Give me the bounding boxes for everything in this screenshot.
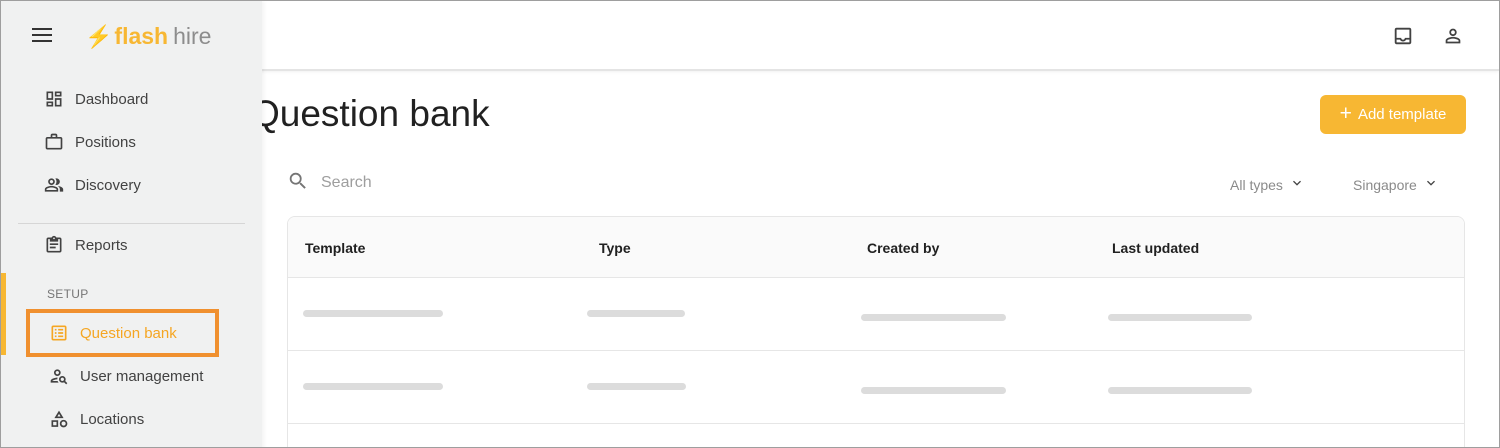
search-icon: [287, 170, 309, 197]
sidebar-item-discovery[interactable]: Discovery: [1, 167, 262, 203]
highlight-box: [26, 309, 219, 357]
sidebar-item-dashboard[interactable]: Dashboard: [1, 81, 262, 117]
location-filter-value: Singapore: [1353, 176, 1417, 193]
loading-placeholder: [861, 387, 1006, 394]
sidebar-item-label: Reports: [75, 236, 128, 254]
account-icon[interactable]: [1440, 23, 1466, 49]
clipboard-icon: [43, 234, 65, 256]
table-row[interactable]: [288, 351, 1464, 424]
table-row[interactable]: [288, 278, 1464, 351]
shapes-icon: [48, 408, 70, 430]
sidebar-item-reports[interactable]: Reports: [1, 227, 262, 263]
dashboard-icon: [43, 88, 65, 110]
briefcase-icon: [43, 131, 65, 153]
sidebar-item-label: Locations: [80, 410, 145, 428]
sidebar: ⚡ flash hire Dashboard Positions Discove…: [1, 1, 262, 447]
location-filter-dropdown[interactable]: Singapore: [1353, 175, 1439, 194]
chevron-down-icon: [1423, 175, 1439, 194]
section-label-setup: SETUP: [47, 287, 89, 301]
page-title: Question bank: [251, 93, 490, 134]
logo-flash-text: flash: [114, 23, 169, 49]
column-header-template[interactable]: Template: [305, 240, 365, 256]
column-header-type[interactable]: Type: [599, 240, 631, 256]
people-icon: [43, 174, 65, 196]
chevron-down-icon: [1289, 175, 1305, 194]
sidebar-item-label: Dashboard: [75, 90, 149, 108]
loading-placeholder: [861, 314, 1006, 321]
app-window: Question bank + Add template All types S…: [0, 0, 1500, 448]
column-header-last-updated[interactable]: Last updated: [1112, 240, 1199, 256]
sidebar-item-locations[interactable]: Locations: [1, 401, 262, 437]
logo-hire-text: hire: [173, 23, 212, 49]
app-logo[interactable]: ⚡ flash hire: [85, 23, 211, 50]
lightning-icon: ⚡: [85, 23, 113, 49]
search-bar: [287, 169, 707, 197]
loading-placeholder: [587, 310, 685, 317]
plus-icon: +: [1339, 102, 1352, 125]
sidebar-item-label: User management: [80, 367, 204, 385]
loading-placeholder: [1108, 387, 1252, 394]
templates-table: Template Type Created by Last updated: [287, 216, 1465, 447]
sidebar-item-user-management[interactable]: User management: [1, 358, 262, 394]
loading-placeholder: [587, 383, 686, 390]
sidebar-item-positions[interactable]: Positions: [1, 124, 262, 160]
table-header: Template Type Created by Last updated: [288, 217, 1464, 278]
loading-placeholder: [303, 383, 443, 390]
search-input[interactable]: [321, 174, 681, 192]
user-settings-icon: [48, 365, 70, 387]
type-filter-value: All types: [1230, 176, 1283, 193]
loading-placeholder: [303, 310, 443, 317]
sidebar-divider: [18, 223, 245, 224]
add-template-button[interactable]: + Add template: [1320, 95, 1466, 134]
menu-icon[interactable]: [32, 28, 52, 44]
inbox-icon[interactable]: [1390, 23, 1416, 49]
type-filter-dropdown[interactable]: All types: [1230, 175, 1305, 194]
add-template-label: Add template: [1357, 106, 1447, 123]
column-header-created-by[interactable]: Created by: [867, 240, 939, 256]
sidebar-item-label: Discovery: [75, 176, 141, 194]
loading-placeholder: [1108, 314, 1252, 321]
sidebar-item-label: Positions: [75, 133, 136, 151]
